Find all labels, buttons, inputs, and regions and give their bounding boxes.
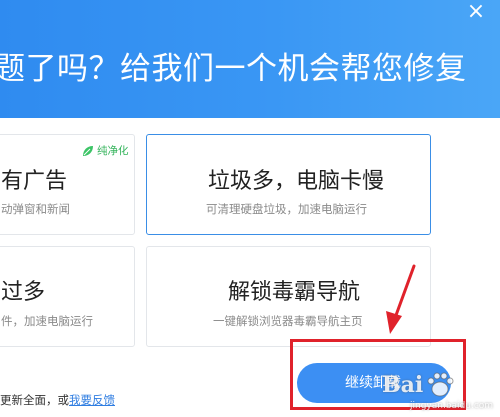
option-card-junk[interactable]: 垃圾多，电脑卡慢 可清理硬盘垃圾，加速电脑运行	[146, 134, 431, 235]
card-title: 过多	[1, 280, 46, 305]
leaf-icon	[83, 145, 93, 156]
card-title: 有广告	[1, 169, 68, 194]
pure-badge: 纯净化	[82, 143, 129, 158]
close-icon[interactable]: ×	[466, 1, 486, 23]
option-card-popups[interactable]: 过多 件，加速电脑运行	[0, 246, 135, 347]
watermark-url: jingyan.baidu.com	[410, 401, 494, 411]
paw-icon	[427, 372, 454, 397]
card-subtitle: 件，加速电脑运行	[1, 314, 93, 328]
footer-label: 更新全面，或	[0, 393, 69, 407]
header-title: 题了吗？给我们一个机会帮您修复	[0, 51, 467, 87]
feedback-link[interactable]: 我要反馈	[69, 393, 115, 407]
dialog-header: × 题了吗？给我们一个机会帮您修复	[0, 0, 500, 118]
card-subtitle: 可清理硬盘垃圾，加速电脑运行	[206, 202, 367, 216]
footer-text: 更新全面，或我要反馈	[0, 392, 115, 408]
option-card-unlock-nav[interactable]: 解锁毒霸导航 一键解锁浏览器毒霸导航主页	[146, 246, 431, 347]
watermark-logo: Bai	[382, 372, 424, 398]
card-title: 解锁毒霸导航	[228, 280, 361, 305]
card-subtitle: 一键解锁浏览器毒霸导航主页	[213, 314, 363, 328]
card-subtitle: 动弹窗和新闻	[1, 202, 70, 216]
card-title: 垃圾多，电脑卡慢	[208, 169, 385, 194]
badge-label: 纯净化	[97, 145, 129, 157]
baidu-watermark: Bai jingyan.baidu.com	[382, 370, 500, 417]
